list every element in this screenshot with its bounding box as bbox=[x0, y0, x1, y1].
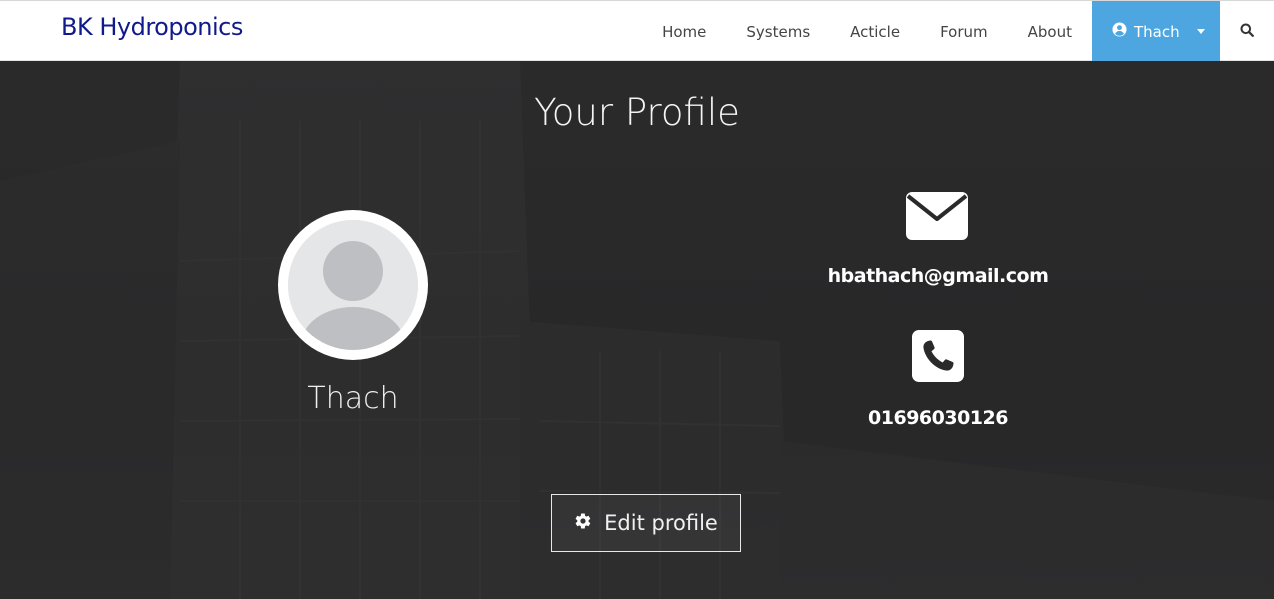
nav-article[interactable]: Acticle bbox=[830, 1, 920, 62]
nav-systems[interactable]: Systems bbox=[726, 1, 830, 62]
navbar: BK Hydroponics Home Systems Acticle Foru… bbox=[0, 0, 1274, 62]
envelope-icon bbox=[906, 192, 968, 244]
nav-home[interactable]: Home bbox=[642, 1, 726, 62]
phone-icon bbox=[912, 330, 964, 386]
profile-hero: Your Profile Thach hbathach@gmail.com 01… bbox=[0, 61, 1274, 599]
nav-forum[interactable]: Forum bbox=[920, 1, 1008, 62]
brand-logo[interactable]: BK Hydroponics bbox=[61, 13, 243, 41]
user-circle-icon bbox=[1112, 22, 1127, 41]
user-menu-toggle[interactable]: Thach bbox=[1092, 1, 1220, 62]
profile-email: hbathach@gmail.com bbox=[827, 265, 1049, 287]
nav-links: Home Systems Acticle Forum About Thach bbox=[642, 1, 1274, 62]
search-button[interactable] bbox=[1220, 1, 1274, 62]
edit-profile-button[interactable]: Edit profile bbox=[551, 494, 741, 552]
search-icon bbox=[1240, 22, 1254, 41]
avatar bbox=[278, 210, 428, 360]
profile-name: Thach bbox=[307, 381, 399, 416]
chevron-down-icon bbox=[1196, 29, 1205, 34]
nav-about[interactable]: About bbox=[1008, 1, 1092, 62]
gear-icon bbox=[574, 511, 592, 535]
profile-phone: 01696030126 bbox=[868, 407, 1008, 429]
default-avatar-icon bbox=[288, 220, 418, 350]
edit-profile-label: Edit profile bbox=[604, 511, 718, 535]
user-menu-label: Thach bbox=[1134, 22, 1180, 41]
page-title: Your Profile bbox=[534, 91, 740, 134]
